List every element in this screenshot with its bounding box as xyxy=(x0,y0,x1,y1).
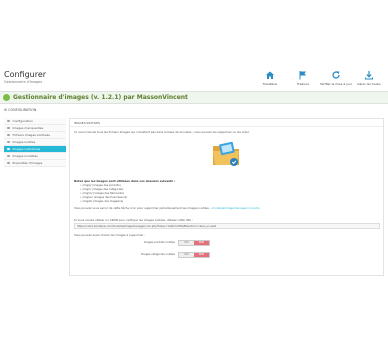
toolbar-label: Vérifier la mise à jour xyxy=(320,82,352,86)
download-icon xyxy=(365,71,373,80)
toggle-yes[interactable]: OUI xyxy=(179,241,194,245)
sidebar-item-label: Images manquantes xyxy=(12,126,44,130)
toggle-no[interactable]: NON xyxy=(194,253,209,257)
menu-bullet-icon xyxy=(7,161,10,165)
toolbar-button-translate[interactable]: Traduire xyxy=(288,70,318,86)
cron-line-text: Vous pouvez vous servir de cette tâche c… xyxy=(74,206,211,210)
config-label: CONFIGURATION xyxy=(8,108,37,112)
list-item: • /img/st/ (images des magasins) xyxy=(80,200,124,203)
panel-header: IMAGES INUTILES xyxy=(70,119,383,127)
home-icon xyxy=(266,71,274,79)
module-title: Gestionnaire d'images (v. 1.2.1) par Mas… xyxy=(13,94,188,101)
option-label: Images catégories inutiles xyxy=(140,253,175,256)
flag-icon xyxy=(299,71,306,80)
sidebar-item-configuration[interactable]: Configuration xyxy=(4,118,66,125)
sidebar-item-label: Images inutiles xyxy=(12,140,36,144)
sidebar-item-label: Configuration xyxy=(12,119,33,123)
toolbar-label: Traduire xyxy=(296,82,310,86)
breadcrumb[interactable]: Gestionnaire d'images xyxy=(4,80,42,84)
sidebar-item-label: Fichiers images inutilisés xyxy=(12,133,50,137)
config-section-label: ⚙ CONFIGURATION xyxy=(4,108,36,112)
sidebar-item-unused-files[interactable]: Fichiers images inutilisés xyxy=(4,132,66,139)
toolbar-button-hooks[interactable]: Gérer les hooks xyxy=(354,70,384,86)
menu-bullet-icon xyxy=(7,119,10,123)
sidebar-item-image-properties[interactable]: Propriétés d'images xyxy=(4,160,66,167)
menu-bullet-icon xyxy=(7,140,10,144)
option-row-categories: Images catégories inutiles OUI NON xyxy=(70,252,385,258)
list-item-text: /img/su/ (images des fournisseurs) xyxy=(82,196,128,199)
menu-bullet-icon xyxy=(7,126,10,130)
products-toggle[interactable]: OUI NON xyxy=(178,240,210,246)
option-intro: Vous pouvez aussi choisir les images à s… xyxy=(74,233,146,237)
sidebar: Configuration Images manquantes Fichiers… xyxy=(4,118,66,167)
sidebar-item-label: Images orphelines xyxy=(12,147,41,151)
used-folders-title: Notez que les images sont utilisées dans… xyxy=(74,179,176,183)
menu-bullet-icon xyxy=(7,147,10,151)
list-item-text: /img/st/ (images des magasins) xyxy=(82,200,124,203)
menu-bullet-icon xyxy=(7,133,10,137)
toolbar-button-transfer[interactable]: Transférer xyxy=(255,70,285,86)
module-banner: Gestionnaire d'images (v. 1.2.1) par Mas… xyxy=(0,91,388,104)
refresh-icon xyxy=(332,71,340,79)
sidebar-item-invalid-images[interactable]: Images invalides xyxy=(4,153,66,160)
list-item-text: /img/p/ (images des produits) xyxy=(82,184,121,187)
option-label: Images produits inutiles xyxy=(143,241,175,244)
toolbar-label: Gérer les hooks xyxy=(357,82,381,86)
cron-url-field[interactable]: https://votre-boutique.com/modules/image… xyxy=(74,223,380,229)
intro-text: Ici vous trouvez tous les fichiers image… xyxy=(74,130,250,134)
sidebar-item-unused-images[interactable]: Images inutiles xyxy=(4,139,66,146)
sidebar-item-missing-images[interactable]: Images manquantes xyxy=(4,125,66,132)
toolbar-label: Transférer xyxy=(262,82,278,86)
sidebar-item-label: Propriétés d'images xyxy=(12,161,43,165)
option-row-products: Images produits inutiles OUI NON xyxy=(70,240,385,246)
cron-link[interactable]: /modules/imagemanager/cron.php xyxy=(211,206,259,210)
page-title: Configurer xyxy=(4,70,47,79)
cron-line: Vous pouvez vous servir de cette tâche c… xyxy=(74,206,260,210)
categories-toggle[interactable]: OUI NON xyxy=(178,252,210,258)
menu-bullet-icon xyxy=(7,154,10,158)
toolbar-button-check-update[interactable]: Vérifier la mise à jour xyxy=(320,70,352,86)
list-item-text: /img/c/ (images des catégories) xyxy=(82,188,124,191)
folder-list: • /img/p/ (images des produits) • /img/c… xyxy=(80,184,127,204)
cron-label: Si vous voulez utiliser un CRON pour net… xyxy=(74,218,193,222)
sidebar-item-orphan-images[interactable]: Images orphelines xyxy=(4,146,66,153)
content-panel: IMAGES INUTILES Ici vous trouvez tous le… xyxy=(69,118,384,276)
module-logo-icon xyxy=(3,94,10,101)
toggle-no[interactable]: NON xyxy=(194,241,209,245)
list-item-text: /img/m/ (images des fabricants) xyxy=(82,192,124,195)
folder-images-icon xyxy=(213,141,239,166)
toggle-yes[interactable]: OUI xyxy=(179,253,194,257)
sidebar-item-label: Images invalides xyxy=(12,154,38,158)
toolbar: Transférer Traduire Vérifier la mise à j… xyxy=(255,70,384,86)
